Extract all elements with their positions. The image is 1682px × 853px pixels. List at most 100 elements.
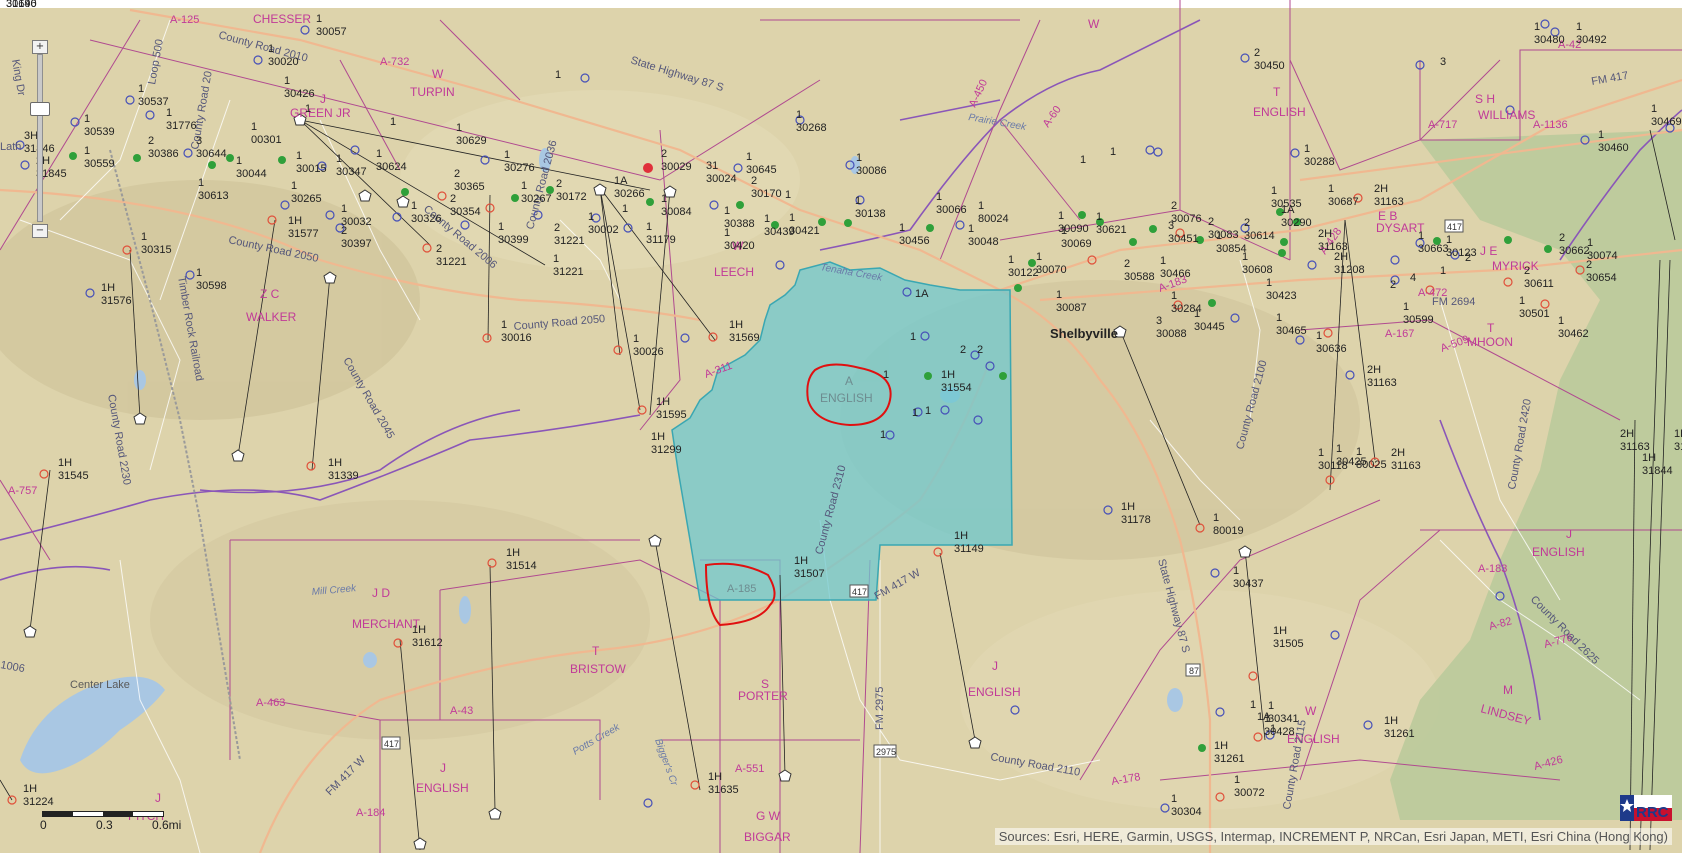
well-api: 30644 bbox=[196, 148, 227, 160]
well-small-label: 3 bbox=[1440, 56, 1446, 68]
well-number: 1 bbox=[1276, 312, 1282, 324]
well-api: 30663 bbox=[1418, 243, 1449, 255]
place-lindsey-m: M bbox=[1503, 683, 1513, 697]
well-number: 2 bbox=[661, 148, 667, 160]
well-number: 1H bbox=[1384, 715, 1398, 727]
well-number: 1 bbox=[1558, 315, 1564, 327]
well-number: 2H bbox=[1391, 447, 1405, 459]
zoom-thumb[interactable] bbox=[30, 102, 50, 116]
parcel-label-english: ENGLISH bbox=[820, 391, 873, 405]
well-small-label: 1 bbox=[390, 116, 396, 128]
well-number: 1 bbox=[411, 200, 417, 212]
well-number: 1 bbox=[936, 191, 942, 203]
zoom-in-button[interactable]: + bbox=[32, 40, 48, 54]
place-english-j1: J bbox=[992, 659, 998, 673]
well-small-label: 1 bbox=[880, 429, 886, 441]
well-number: 1 bbox=[1233, 565, 1239, 577]
well-number: 1 bbox=[1058, 210, 1064, 222]
well-small-label: 4 bbox=[1410, 272, 1416, 284]
well-api: 30451 bbox=[1168, 233, 1199, 245]
place-english-j3: J bbox=[1566, 527, 1572, 541]
well-number: 2 bbox=[554, 222, 560, 234]
well-api: 31576 bbox=[101, 295, 132, 307]
place-williams-sh: S H bbox=[1475, 92, 1495, 106]
scale-end: 0.6mi bbox=[152, 818, 182, 832]
well-number: 1 bbox=[84, 113, 90, 125]
well-number: 1 bbox=[1446, 234, 1452, 246]
well-api: 30437 bbox=[1233, 578, 1264, 590]
well-number: 1 bbox=[341, 203, 347, 215]
well-number: 1H bbox=[506, 547, 520, 559]
well-number: 2 bbox=[1124, 258, 1130, 270]
well-number: 31 bbox=[706, 160, 718, 172]
well-api: 30386 bbox=[148, 148, 179, 160]
well-api: 31221 bbox=[554, 235, 585, 247]
well-number: 2 bbox=[1586, 259, 1592, 271]
well-api: 30020 bbox=[268, 56, 299, 68]
well-number: 1H bbox=[23, 783, 37, 795]
zoom-track[interactable] bbox=[37, 54, 43, 222]
well-number: 1 bbox=[504, 149, 510, 161]
well-api: 30266 bbox=[614, 188, 645, 200]
place-pitch-j: J bbox=[155, 791, 161, 805]
well-api: 30083 bbox=[1208, 229, 1239, 241]
well-number: 1 bbox=[724, 205, 730, 217]
zoom-out-button[interactable]: − bbox=[32, 224, 48, 238]
well-api: 30084 bbox=[661, 206, 692, 218]
place-english-j3-name: ENGLISH bbox=[1532, 545, 1585, 559]
map-canvas[interactable]: Center Lake CHESSER W TURPIN J GREEN JR … bbox=[0, 0, 1682, 853]
well-api: 30608 bbox=[1242, 264, 1273, 276]
well-api: 30288 bbox=[1304, 156, 1335, 168]
well-api: 30002 bbox=[588, 224, 619, 236]
well-api: 30315 bbox=[141, 244, 172, 256]
well-small-label: 1 bbox=[622, 203, 628, 215]
svg-text:A-1136: A-1136 bbox=[1533, 119, 1568, 131]
well-number: 1 bbox=[588, 211, 594, 223]
well-api: 00301 bbox=[251, 134, 282, 146]
well-number: 1 bbox=[856, 152, 862, 164]
well-api: 30267 bbox=[521, 193, 552, 205]
well-api: 30172 bbox=[556, 191, 587, 203]
place-walker-zc: Z C bbox=[260, 287, 280, 301]
well-number: 1 bbox=[968, 223, 974, 235]
well-number: 1 bbox=[1216, 230, 1222, 242]
well-number: 1A bbox=[614, 175, 628, 187]
zoom-slider[interactable]: + − bbox=[30, 40, 50, 238]
well-api: 30445 bbox=[1194, 321, 1225, 333]
place-turpin: TURPIN bbox=[410, 85, 455, 99]
well-api: 30070 bbox=[1036, 264, 1067, 276]
well-api: 31776 bbox=[166, 120, 197, 132]
well-api: 31221 bbox=[553, 266, 584, 278]
well-api: 30501 bbox=[1519, 308, 1550, 320]
well-api: 30044 bbox=[236, 168, 267, 180]
well-api: 30016 bbox=[501, 332, 532, 344]
well-number: 1 bbox=[1336, 443, 1342, 455]
attribution-text: Sources: Esri, HERE, Garmin, USGS, Inter… bbox=[994, 828, 1672, 845]
place-bristow: BRISTOW bbox=[570, 662, 626, 676]
svg-text:A-167: A-167 bbox=[1385, 328, 1414, 340]
well-number: 1 bbox=[1403, 301, 1409, 313]
well-api: 30276 bbox=[504, 162, 535, 174]
well-number: 1 bbox=[1328, 183, 1334, 195]
well-small-label: 1 bbox=[912, 407, 918, 419]
well-number: 2 bbox=[1524, 265, 1530, 277]
well-number: 1H bbox=[656, 396, 670, 408]
well-number: 1 bbox=[1171, 793, 1177, 805]
well-number: 2H bbox=[1374, 183, 1388, 195]
well-number: 2 bbox=[1559, 232, 1565, 244]
well-api: 30026 bbox=[633, 346, 664, 358]
well-number: 1A bbox=[1281, 204, 1295, 216]
well-api: 30087 bbox=[1056, 302, 1087, 314]
svg-text:FM 2694: FM 2694 bbox=[1432, 296, 1475, 308]
well-api: 30072 bbox=[1234, 787, 1265, 799]
well-number: 1H bbox=[58, 457, 72, 469]
well-api: 31507 bbox=[794, 568, 825, 580]
well-number: 1 bbox=[1234, 774, 1240, 786]
svg-text:417: 417 bbox=[852, 587, 867, 597]
well-number: 1 bbox=[501, 319, 507, 331]
well-api: 30636 bbox=[1316, 343, 1347, 355]
well-number: 2 bbox=[751, 175, 757, 187]
place-porter: PORTER bbox=[738, 689, 788, 703]
well-number: 1 bbox=[796, 109, 802, 121]
well-api: 30426 bbox=[284, 88, 315, 100]
